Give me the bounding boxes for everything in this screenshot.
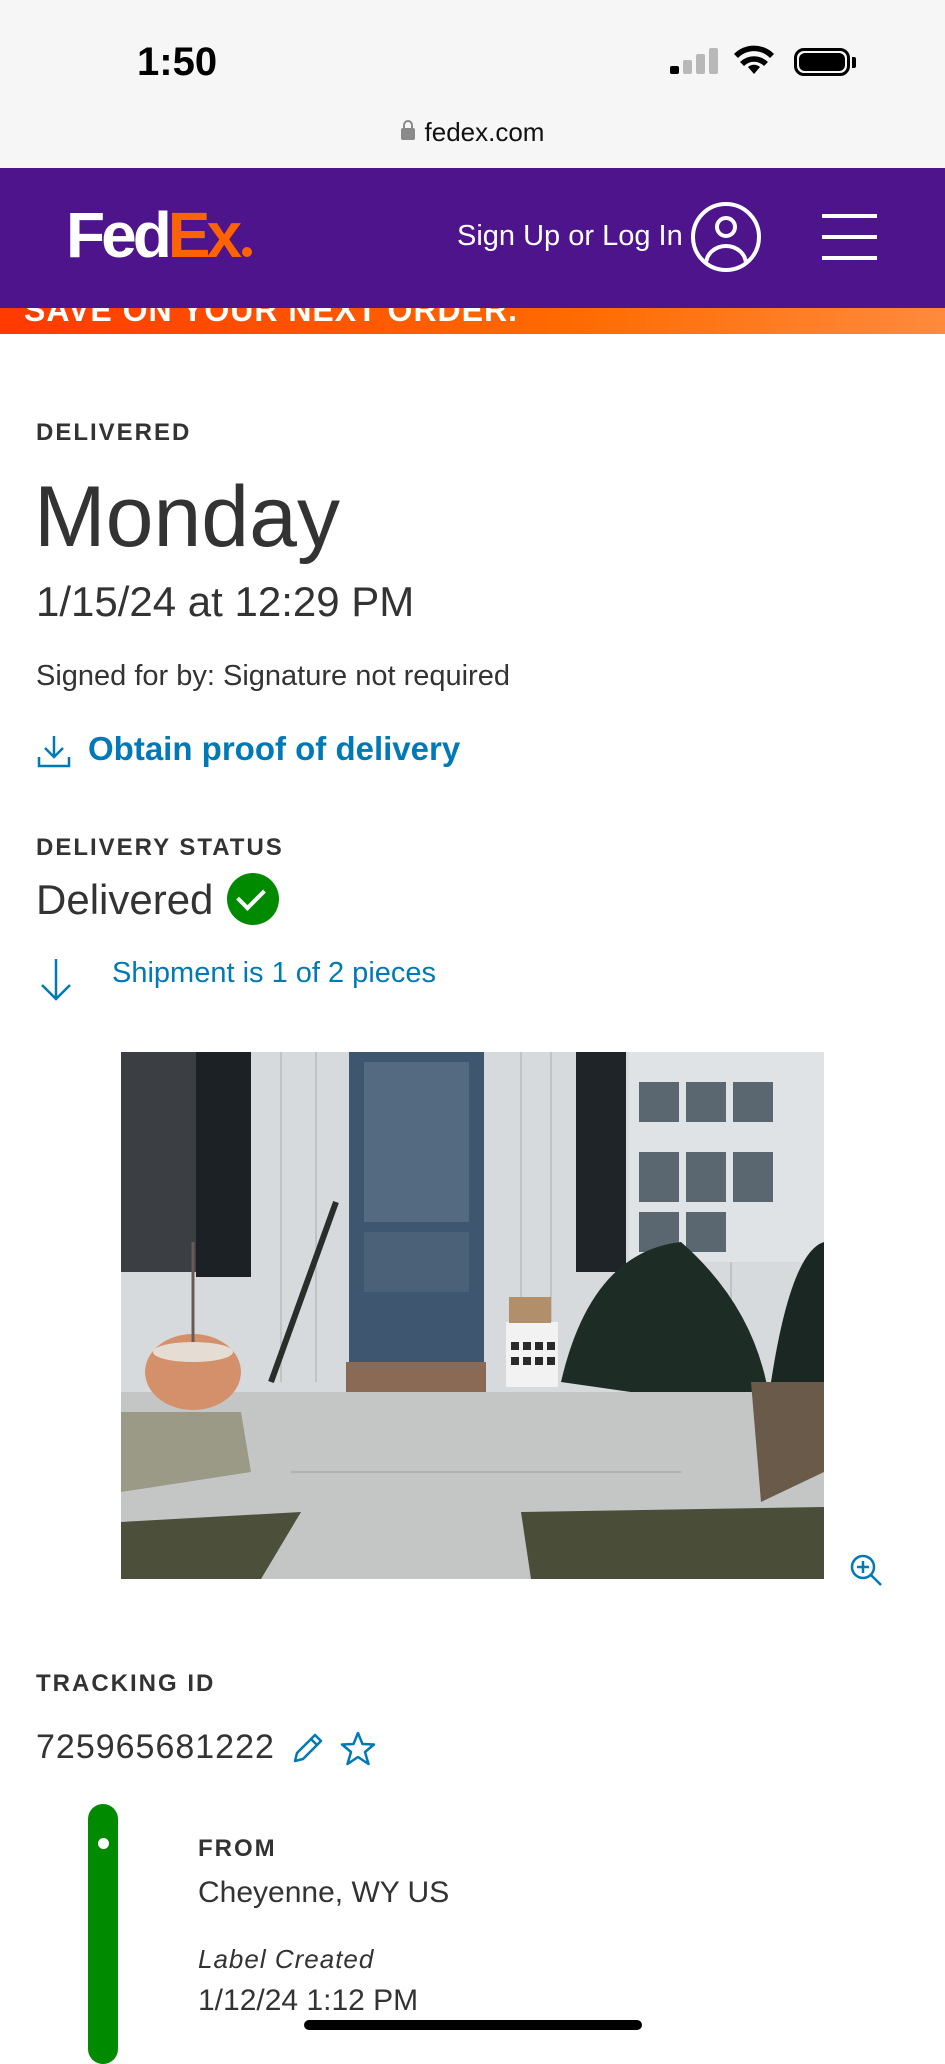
logo-dot (242, 247, 253, 257)
logo-ex: Ex (167, 199, 242, 271)
clock: 1:50 (137, 40, 218, 84)
from-city: Cheyenne, WY US (198, 1876, 450, 1909)
tracking-id-row: 725965681222 (36, 1728, 377, 1768)
star-icon[interactable] (339, 1730, 377, 1768)
delivery-day: Monday (34, 469, 340, 565)
from-label: FROM (198, 1835, 277, 1862)
proof-of-delivery-link[interactable]: Obtain proof of delivery (36, 730, 460, 769)
delivery-datetime: 1/15/24 at 12:29 PM (36, 578, 415, 625)
battery-icon (794, 48, 850, 76)
delivery-photo-image (121, 1052, 824, 1579)
delivery-status-text: Delivered (36, 876, 214, 923)
delivery-photo[interactable] (121, 1052, 824, 1579)
fedex-logo[interactable]: FedEx (66, 198, 253, 272)
tracking-id-label: TRACKING ID (36, 1670, 216, 1697)
label-created-event: Label Created (198, 1944, 375, 1974)
timeline-dot (98, 1838, 109, 1849)
lock-icon (400, 120, 415, 140)
battery-nub (852, 57, 856, 68)
logo-fed: Fed (66, 199, 172, 271)
signed-for: Signed for by: Signature not required (36, 660, 510, 692)
tracking-id-value: 725965681222 (36, 1728, 275, 1766)
delivery-status-label: DELIVERY STATUS (36, 834, 284, 861)
pencil-icon[interactable] (289, 1731, 325, 1767)
menu-icon[interactable] (822, 214, 877, 260)
url-text: fedex.com (424, 117, 545, 147)
shipment-pieces-text: Shipment is 1 of 2 pieces (112, 957, 437, 989)
delivery-status-value: Delivered (36, 872, 280, 929)
site-header: FedEx Sign Up or Log In (0, 168, 945, 308)
signal-icon (670, 48, 722, 74)
tracking-timeline (88, 1804, 118, 2064)
zoom-in-icon[interactable] (848, 1552, 884, 1588)
address-bar[interactable]: fedex.com (0, 117, 945, 148)
proof-of-delivery-text: Obtain proof of delivery (88, 730, 461, 767)
promo-banner[interactable]: SAVE ON YOUR NEXT ORDER. (0, 308, 945, 334)
promo-text: SAVE ON YOUR NEXT ORDER. (24, 308, 518, 328)
wifi-icon (734, 45, 774, 74)
download-icon (37, 736, 71, 768)
user-icon[interactable] (691, 202, 761, 272)
sign-in-link[interactable]: Sign Up or Log In (457, 220, 683, 253)
delivered-label: DELIVERED (36, 419, 192, 446)
arrow-down-icon (41, 959, 71, 1001)
check-icon (227, 872, 280, 925)
home-indicator[interactable] (304, 2020, 642, 2030)
browser-status-bar: 1:50 fedex.com (0, 0, 945, 168)
label-created-date: 1/12/24 1:12 PM (198, 1984, 419, 2017)
shipment-pieces-toggle[interactable]: Shipment is 1 of 2 pieces (36, 955, 436, 1013)
